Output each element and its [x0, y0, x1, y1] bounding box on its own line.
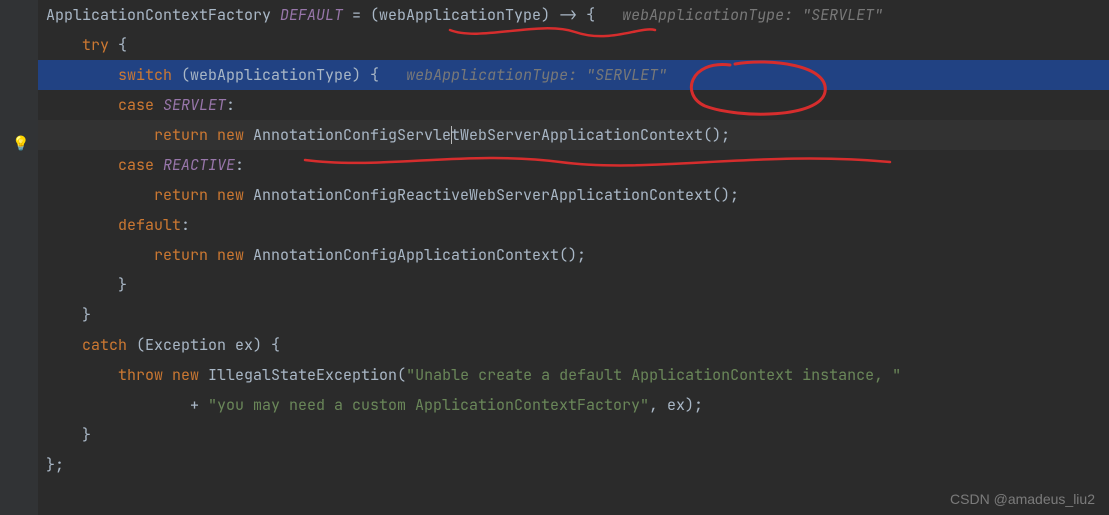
token: AnnotationConfigReactiveWebServerApplica…	[253, 185, 712, 205]
token: tWebServerApplicationContext	[451, 125, 703, 145]
token: catch	[82, 335, 127, 355]
code-line[interactable]: default:	[38, 210, 1109, 240]
code-line[interactable]: return new AnnotationConfigApplicationCo…	[38, 240, 1109, 270]
token: (	[397, 365, 406, 385]
token: SERVLET	[163, 95, 226, 115]
code-line[interactable]: }	[38, 300, 1109, 330]
token: IllegalStateException	[208, 365, 397, 385]
code-line[interactable]: ApplicationContextFactory DEFAULT = (web…	[38, 0, 1109, 30]
token: ();	[559, 245, 586, 265]
token: }	[118, 275, 127, 295]
code-line[interactable]: catch (Exception ex) {	[38, 330, 1109, 360]
code-editor[interactable]: 💡 ApplicationContextFactory DEFAULT = (w…	[0, 0, 1109, 515]
code-line-selected[interactable]: switch (webApplicationType) { webApplica…	[38, 60, 1109, 90]
token: AnnotationConfigServle	[253, 125, 451, 145]
token: :	[235, 155, 244, 175]
token: (Exception ex) {	[127, 335, 280, 355]
token: "Unable create a default ApplicationCont…	[406, 365, 901, 385]
token: :	[226, 95, 235, 115]
token: }	[82, 425, 91, 445]
token: "you may need a custom ApplicationContex…	[208, 395, 649, 415]
code-line-highlight[interactable]: return new AnnotationConfigServletWebSer…	[38, 120, 1109, 150]
token: +	[190, 395, 208, 415]
code-line[interactable]: };	[38, 450, 1109, 480]
token: ApplicationContextFactory	[46, 5, 280, 25]
code-line[interactable]: + "you may need a custom ApplicationCont…	[38, 390, 1109, 420]
code-line[interactable]: }	[38, 270, 1109, 300]
token: try	[82, 35, 109, 55]
code-lines: ApplicationContextFactory DEFAULT = (web…	[38, 0, 1109, 480]
code-line[interactable]: try {	[38, 30, 1109, 60]
token: ();	[712, 185, 739, 205]
code-line[interactable]: }	[38, 420, 1109, 450]
token: return new	[154, 125, 253, 145]
token: , ex);	[649, 395, 703, 415]
code-line[interactable]: case REACTIVE:	[38, 150, 1109, 180]
token: case	[118, 155, 163, 175]
inlay-hint: webApplicationType: "SERVLET"	[406, 65, 667, 85]
token: AnnotationConfigApplicationContext	[253, 245, 559, 265]
code-line[interactable]: return new AnnotationConfigReactiveWebSe…	[38, 180, 1109, 210]
token: DEFAULT	[280, 5, 343, 25]
token: throw new	[118, 365, 208, 385]
code-line[interactable]: case SERVLET:	[38, 90, 1109, 120]
token: webApplicationType	[379, 5, 541, 25]
token: }	[82, 305, 91, 325]
token: = (	[343, 5, 379, 25]
token: default	[118, 215, 181, 235]
watermark: CSDN @amadeus_liu2	[950, 491, 1095, 507]
token: };	[46, 455, 64, 475]
token: {	[109, 35, 127, 55]
code-line[interactable]: throw new IllegalStateException("Unable …	[38, 360, 1109, 390]
token: REACTIVE	[163, 155, 235, 175]
intention-bulb-icon[interactable]: 💡	[12, 135, 29, 153]
token: return new	[154, 185, 253, 205]
inlay-hint: webApplicationType: "SERVLET"	[622, 5, 883, 25]
gutter: 💡	[0, 0, 38, 515]
token: case	[118, 95, 163, 115]
token: ) -> {	[541, 5, 595, 25]
token: (webApplicationType) {	[172, 65, 379, 85]
token: switch	[118, 65, 172, 85]
token: :	[181, 215, 190, 235]
token: return new	[154, 245, 253, 265]
token: ();	[703, 125, 730, 145]
